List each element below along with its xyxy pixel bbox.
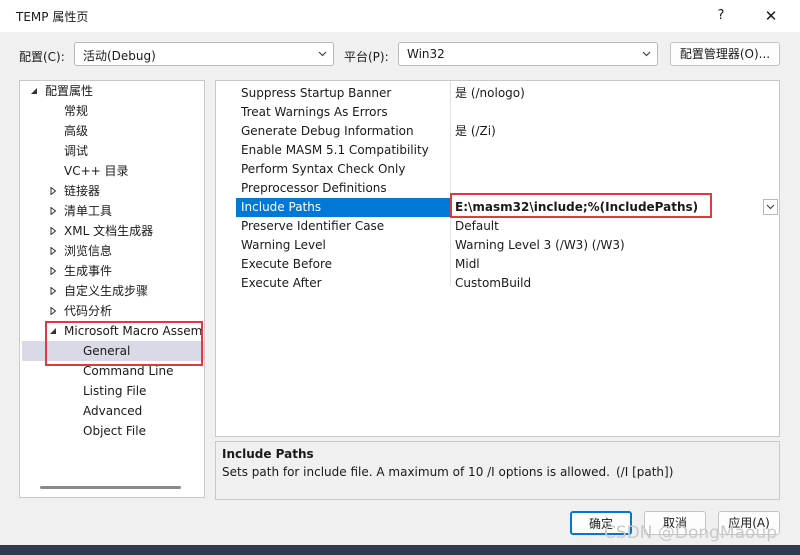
property-name: Enable MASM 5.1 Compatibility (241, 143, 429, 157)
grid-row[interactable]: Perform Syntax Check Only (236, 160, 779, 179)
platform-label: 平台(P): (344, 50, 389, 64)
grid-row[interactable]: Execute Before Midl (236, 255, 779, 274)
description-pane: Include Paths Sets path for include file… (215, 441, 780, 500)
grid-row[interactable]: Preserve Identifier Case Default (236, 217, 779, 236)
tree-item-browse-info[interactable]: 浏览信息 (64, 241, 112, 261)
property-name: Preprocessor Definitions (241, 181, 387, 195)
collapsed-triangle-icon[interactable] (49, 287, 57, 295)
property-grid: Suppress Startup Banner 是 (/nologo) Trea… (215, 80, 780, 437)
collapsed-triangle-icon[interactable] (49, 227, 57, 235)
tree-item-vc-directories[interactable]: VC++ 目录 (64, 161, 129, 181)
grid-row[interactable]: Warning Level Warning Level 3 (/W3) (/W3… (236, 236, 779, 255)
property-value[interactable]: Warning Level 3 (/W3) (/W3) (455, 236, 625, 255)
property-value[interactable]: 是 (/nologo) (455, 84, 525, 103)
tree-horizontal-scrollbar[interactable] (40, 486, 181, 489)
property-value[interactable]: Default (455, 217, 499, 236)
tree-item-custom-build-step[interactable]: 自定义生成步骤 (64, 281, 148, 301)
description-switch: (/I [path]) (616, 465, 674, 479)
tree-item-general-cn[interactable]: 常规 (64, 101, 88, 121)
property-name: Preserve Identifier Case (241, 219, 385, 233)
highlight-box-tree (45, 321, 203, 366)
property-value[interactable]: 是 (/Zi) (455, 122, 496, 141)
title-bar: TEMP 属性页 ? ✕ (0, 0, 800, 32)
tree-item-build-events[interactable]: 生成事件 (64, 261, 112, 281)
grid-row[interactable]: Treat Warnings As Errors (236, 103, 779, 122)
description-title: Include Paths (222, 447, 314, 461)
property-name: Execute After (241, 276, 322, 290)
watermark-text: CSDN @DongMaoup (604, 523, 777, 543)
chevron-down-icon (766, 204, 775, 210)
properties-dialog: TEMP 属性页 ? ✕ 配置(C): 活动(Debug) 平台(P): Win… (0, 0, 800, 555)
property-name: Treat Warnings As Errors (241, 105, 388, 119)
property-name: Perform Syntax Check Only (241, 162, 406, 176)
property-name: Include Paths (241, 200, 322, 214)
property-name: Suppress Startup Banner (241, 86, 392, 100)
grid-row[interactable]: Suppress Startup Banner 是 (/nologo) (236, 84, 779, 103)
property-value[interactable]: Midl (455, 255, 480, 274)
grid-row[interactable]: Execute After CustomBuild (236, 274, 779, 293)
tree-item-debugging[interactable]: 调试 (64, 141, 88, 161)
taskbar-strip (0, 545, 800, 555)
tree-item-advanced-cn[interactable]: 高级 (64, 121, 88, 141)
tree-item-linker[interactable]: 链接器 (64, 181, 100, 201)
grid-row[interactable]: Enable MASM 5.1 Compatibility (236, 141, 779, 160)
property-name: Generate Debug Information (241, 124, 414, 138)
property-name: Execute Before (241, 257, 333, 271)
platform-select[interactable]: Win32 (398, 42, 658, 66)
collapsed-triangle-icon[interactable] (49, 307, 57, 315)
chevron-down-icon (642, 51, 651, 57)
grid-row[interactable]: Generate Debug Information 是 (/Zi) (236, 122, 779, 141)
help-button[interactable]: ? (706, 4, 736, 28)
highlight-box-value (450, 193, 712, 218)
config-manager-button[interactable]: 配置管理器(O)... (670, 42, 780, 66)
chevron-down-icon (318, 51, 327, 57)
value-dropdown-button[interactable] (763, 199, 778, 215)
description-text: Sets path for include file. A maximum of… (222, 465, 610, 479)
tree-item-masm-object-file[interactable]: Object File (83, 421, 146, 441)
property-value[interactable]: CustomBuild (455, 274, 531, 293)
platform-value: Win32 (407, 47, 445, 61)
property-name: Warning Level (241, 238, 326, 252)
tree-item-manifest-tool[interactable]: 清单工具 (64, 201, 112, 221)
config-label: 配置(C): (19, 50, 65, 64)
expanded-triangle-icon[interactable] (30, 87, 38, 95)
collapsed-triangle-icon[interactable] (49, 247, 57, 255)
collapsed-triangle-icon[interactable] (49, 207, 57, 215)
tree-item-masm-listing-file[interactable]: Listing File (83, 381, 146, 401)
tree-root-config-properties[interactable]: 配置属性 (45, 81, 93, 101)
tree-item-xml-doc-generator[interactable]: XML 文档生成器 (64, 221, 153, 241)
collapsed-triangle-icon[interactable] (49, 267, 57, 275)
tree-item-code-analysis[interactable]: 代码分析 (64, 301, 112, 321)
tree-item-masm-advanced[interactable]: Advanced (83, 401, 142, 421)
collapsed-triangle-icon[interactable] (49, 187, 57, 195)
property-tree: 配置属性 常规 高级 调试 VC++ 目录 链接器 清单工具 XML 文档生成器… (19, 80, 205, 498)
config-value: 活动(Debug) (83, 49, 156, 63)
close-button[interactable]: ✕ (756, 4, 786, 28)
config-select[interactable]: 活动(Debug) (74, 42, 334, 66)
window-title: TEMP 属性页 (16, 10, 89, 24)
